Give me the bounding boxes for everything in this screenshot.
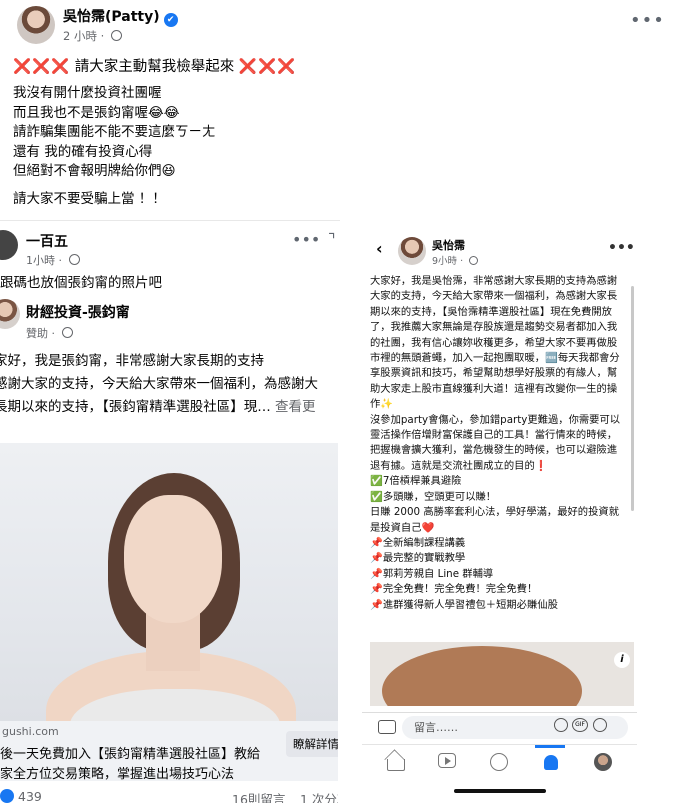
like-reaction-icon: [0, 789, 14, 803]
see-more-link: 查看更: [275, 399, 316, 415]
gif-icon: GIF: [572, 718, 588, 732]
ad-page-name: 財經投資-張鈞甯: [26, 305, 130, 321]
scam-ad-screenshot[interactable]: 一百五 1小時 · ••• ⌝ 跟碼也放個張鈞甯的照片吧 財經投資-張鈞甯 贊助…: [0, 224, 338, 803]
post-line: 請詐騙集團能不能不要這麼ㄎㄧㄤ: [13, 124, 216, 140]
commenter-name: 一百五: [26, 234, 68, 250]
globe-icon: [68, 254, 80, 265]
profile-icon: [594, 753, 612, 771]
expand-icon: ⌝: [328, 230, 336, 249]
ad-domain: gushi.com: [2, 725, 59, 738]
headline-text: 請大家主動幫我檢舉起來: [70, 59, 239, 75]
body-line: 📌完全免費！完全免費！完全免費！: [370, 583, 538, 596]
post-line: 還有 我的確有投資心得: [13, 143, 153, 160]
ad-body-line: 長期以來的支持，【張鈞甯精準選股社區】現… 查看更: [0, 399, 316, 415]
comment-count: 16則留言: [232, 792, 286, 803]
body-paragraph: 沒參加party會傷心，參加錯party更難過，你需要可以靈活操作倍增財富保護自…: [370, 413, 621, 472]
body-line: 📌進群獲得新人學習禮包＋短期必賺仙股: [370, 598, 558, 611]
commenter-avatar: [0, 230, 18, 260]
globe-icon: [61, 327, 73, 338]
cross-mark-icons: ❌❌❌: [13, 59, 71, 75]
verified-badge-icon: ✔: [163, 13, 178, 27]
post-line: 而且我也不是張鈞甯喔😂😂: [13, 104, 180, 121]
author-avatar[interactable]: [17, 6, 55, 44]
post-time: 9小時 ·: [432, 253, 479, 267]
more-options-icon[interactable]: •••: [630, 10, 665, 31]
more-options-icon: •••: [292, 230, 321, 249]
scrollbar: [631, 286, 634, 511]
reaction-count: 439: [0, 789, 42, 803]
groups-icon: [490, 753, 508, 771]
ad-title: 後一天免費加入【張鈞甯精準選股社區】教給 家全方位交易策略，掌握進出場技巧心法: [0, 747, 261, 782]
post-line: 但絕對不會報明牌給你們😆: [13, 163, 176, 179]
back-arrow-icon: ‹: [376, 239, 383, 258]
notifications-bell-icon: [544, 755, 558, 770]
post-time[interactable]: 2 小時: [63, 29, 97, 43]
post-meta: 2 小時 ·: [63, 28, 122, 44]
body-line: 📌全新編制課程講義: [370, 536, 466, 549]
emoji-icon: [593, 718, 607, 732]
post-text: ❌❌❌ 請大家主動幫我檢舉起來 ❌❌❌ 我沒有開什麼投資社團喔 而且我也不是張鈞…: [13, 56, 653, 209]
ad-page-avatar: [0, 299, 20, 329]
sticker-icon: [554, 718, 568, 732]
divider: [0, 220, 340, 221]
scam-post-body: 大家好，我是吳怡霈，非常感謝大家長期的支持為感謝大家的支持，今天給大家帶來一個福…: [370, 274, 625, 613]
more-options-icon: •••: [608, 240, 635, 256]
body-line: 📌郭莉芳親自 Line 群輔導: [370, 567, 494, 580]
body-paragraph: 日賺 2000 高勝率套利心法，學好學滿，最好的投資就是投資自己❤️: [370, 506, 619, 534]
body-line: 📌最完整的實戰教學: [370, 552, 466, 565]
body-paragraph: 大家好，我是吳怡霈，非常感謝大家長期的支持為感謝大家的支持，今天給大家帶來一個福…: [370, 275, 620, 411]
post-header: 吳怡霈(Patty) ✔ 2 小時 · •••: [0, 0, 673, 50]
comment-bar: 留言…… GIF: [362, 712, 637, 742]
ad-link-footer: gushi.com 後一天免費加入【張鈞甯精準選股社區】教給 家全方位交易策略，…: [0, 721, 338, 782]
author-name[interactable]: 吳怡霈(Patty): [63, 9, 160, 25]
bottom-nav: [362, 744, 637, 780]
comment-text: 跟碼也放個張鈞甯的照片吧: [0, 275, 162, 291]
ad-sponsored-label: 贊助 ·: [26, 325, 73, 341]
ad-body-line: 家好，我是張鈞甯，非常感謝大家長期的支持: [0, 353, 264, 369]
share-count: 1 次分享: [300, 792, 338, 803]
cross-mark-icons: ❌❌❌: [238, 59, 297, 75]
ad-body-line: 感謝大家的支持，今天給大家帶來一個福利，為感謝大: [0, 376, 318, 392]
video-icon: [438, 753, 456, 768]
post-headline: ❌❌❌ 請大家主動幫我檢舉起來 ❌❌❌: [13, 56, 653, 78]
home-icon: [387, 759, 405, 771]
profile-name: 吳怡霈: [432, 239, 465, 252]
ad-body: 家好，我是張鈞甯，非常感謝大家長期的支持 感謝大家的支持，今天給大家帶來一個福利…: [0, 350, 338, 419]
post-line: 我沒有開什麼投資社團喔: [13, 85, 162, 101]
info-icon: i: [614, 652, 630, 668]
ad-photo: [0, 443, 338, 721]
globe-icon: [110, 30, 122, 41]
comment-time: 1小時 ·: [26, 252, 80, 268]
post-closing-line: 請大家不要受騙上當 ！！: [13, 190, 166, 207]
scam-post-screenshot[interactable]: ‹ 吳怡霈 9小時 · ••• 大家好，我是吳怡霈，非常感謝大家長期的支持為感謝…: [362, 226, 637, 803]
home-indicator: [454, 789, 546, 793]
profile-avatar: [398, 237, 426, 265]
globe-icon: [469, 256, 479, 265]
post-photo: i: [370, 642, 634, 706]
author-name-row: 吳怡霈(Patty) ✔: [63, 6, 178, 27]
body-line: ✅多頭賺，空頭更可以賺！: [370, 490, 497, 503]
learn-more-button: 瞭解詳情: [286, 731, 338, 757]
camera-icon: [378, 720, 396, 734]
body-line: ✅7倍槓桿兼具避險: [370, 475, 462, 488]
meta-separator: ·: [100, 29, 105, 43]
